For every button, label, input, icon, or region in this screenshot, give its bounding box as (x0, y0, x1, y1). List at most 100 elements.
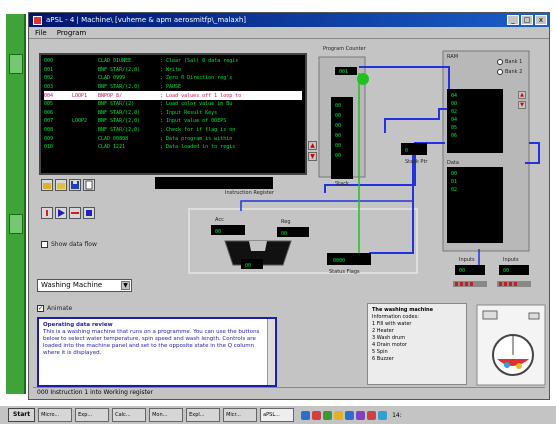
wire-ram-stack (384, 108, 447, 133)
machine-select[interactable]: Washing Machine ▼ (37, 279, 132, 292)
checkmark-icon: ✓ (37, 305, 44, 312)
svg-text:00: 00 (245, 263, 251, 269)
legend-item: 2 Heater (372, 328, 394, 334)
stack-pointer-label: Stack Ptr (405, 159, 428, 165)
tray-icon[interactable] (301, 410, 311, 420)
ram-scroll-down-icon[interactable]: ▼ (518, 101, 526, 109)
bank1-label: Bank 1 (505, 59, 523, 65)
bank1-radio[interactable]: Bank 1 (497, 59, 522, 65)
svg-text:00: 00 (215, 229, 221, 235)
simulator-window: aPSL - 4 | Machine\ [vuheme & apm aerosm… (28, 12, 550, 400)
legend-item: 4 Drain motor (372, 342, 407, 348)
machine-select-value: Washing Machine (41, 281, 103, 289)
alu-notch (249, 241, 267, 251)
taskbar: Start Micro... Exp... Calc... Mon... Exp… (0, 404, 556, 424)
legend-item: 3 Wash drum (372, 335, 406, 341)
animate-label: Animate (47, 305, 73, 312)
wire-pc-ram (359, 66, 450, 101)
svg-text:05: 05 (451, 125, 457, 131)
legend-items: 1 Fill with water 2 Heater 3 Wash drum 4 Dr… (372, 321, 462, 363)
svg-text:00: 00 (503, 268, 509, 274)
info-panel: Operating data review This is a washing … (37, 317, 277, 387)
tray-icon[interactable] (334, 410, 344, 420)
svg-text:00: 00 (335, 153, 341, 159)
legend-subtitle: Information codes: (372, 314, 419, 320)
save-icon[interactable] (69, 179, 81, 191)
stack-label: Stack (335, 181, 349, 187)
tray-icon[interactable] (378, 410, 388, 420)
svg-text:00: 00 (281, 231, 287, 237)
svg-text:00: 00 (459, 268, 465, 274)
taskbar-item[interactable]: Micro... (38, 408, 73, 422)
start-button[interactable]: Start (8, 408, 36, 422)
svg-text:04: 04 (451, 117, 457, 123)
tray-icon[interactable] (356, 410, 366, 420)
chevron-down-icon[interactable]: ▼ (121, 281, 130, 290)
tray-icon[interactable] (312, 410, 322, 420)
app-bar-tab[interactable] (9, 54, 23, 74)
ram-label: RAM (447, 54, 459, 60)
taskbar-item[interactable]: Mon... (149, 408, 184, 422)
svg-text:00: 00 (335, 143, 341, 149)
svg-text:04: 04 (451, 93, 457, 99)
step-icon[interactable] (41, 207, 53, 219)
instruction-register-label: Instruction Register (225, 190, 274, 196)
show-data-flow-label: Show data flow (51, 241, 97, 248)
tray-icon[interactable] (323, 410, 333, 420)
reg-label: Reg (281, 219, 291, 225)
folder-icon[interactable] (55, 179, 67, 191)
svg-text:02: 02 (451, 109, 457, 115)
status-flags-label: Status Flags (329, 269, 360, 275)
svg-text:02: 02 (451, 187, 457, 193)
tray-icon[interactable] (367, 410, 377, 420)
taskbar-item-active[interactable]: aPSL... (260, 408, 295, 422)
legend-item: 1 Fill with water (372, 321, 412, 327)
bank2-radio[interactable]: Bank 2 (497, 69, 522, 75)
program-counter-label: Program Counter (323, 46, 366, 52)
status-bar: 000 Instruction 1 into Working register (33, 387, 545, 398)
ram-scroll-up-icon[interactable]: ▲ (518, 91, 526, 99)
page-icon[interactable] (83, 179, 95, 191)
svg-text:01: 01 (451, 179, 457, 185)
legend-item: 6 Buzzer (372, 356, 394, 362)
legend-item: 5 Spin (372, 349, 388, 355)
taskbar-item[interactable]: Exp... (75, 408, 110, 422)
app-bar-tab[interactable] (9, 214, 23, 234)
svg-text:0: 0 (405, 148, 408, 154)
svg-text:06: 06 (451, 133, 457, 139)
taskbar-item[interactable]: Micr... (223, 408, 258, 422)
animate-checkbox[interactable]: ✓ Animate (37, 305, 72, 312)
data-label: Data (447, 160, 459, 166)
svg-text:00: 00 (451, 101, 457, 107)
inputs-a-label: Inputs (459, 257, 475, 263)
system-tray (301, 410, 388, 420)
taskbar-item[interactable]: Expl... (186, 408, 221, 422)
acc-label: Acc (215, 217, 224, 223)
svg-text:001: 001 (339, 69, 348, 75)
bank2-label: Bank 2 (505, 69, 523, 75)
open-icon[interactable] (41, 179, 53, 191)
desktop-app-bar (6, 14, 26, 394)
svg-text:00: 00 (335, 133, 341, 139)
instruction-register (155, 177, 273, 189)
info-scrollbar[interactable] (267, 319, 275, 385)
info-body: This is a washing machine that runs on a… (43, 329, 260, 356)
inputs-b-label: Inputs (503, 257, 519, 263)
svg-text:0000: 0000 (333, 258, 345, 264)
tray-icon[interactable] (345, 410, 355, 420)
legend-panel: The washing machine Information codes: 1… (367, 303, 467, 385)
svg-text:00: 00 (335, 103, 341, 109)
clock: 14: (392, 411, 402, 419)
radio-selected-icon (497, 59, 503, 65)
play-icon[interactable] (55, 207, 67, 219)
show-data-flow-checkbox[interactable]: Show data flow (41, 241, 97, 248)
checkbox-icon (41, 241, 48, 248)
radio-unselected-icon (497, 69, 503, 75)
taskbar-item[interactable]: Calc... (112, 408, 147, 422)
svg-text:00: 00 (335, 123, 341, 129)
legend-title: The washing machine (372, 307, 433, 313)
info-heading: Operating data review (43, 322, 113, 328)
reset-icon[interactable] (69, 207, 81, 219)
clock-indicator (357, 73, 369, 85)
stop-icon[interactable] (83, 207, 95, 219)
